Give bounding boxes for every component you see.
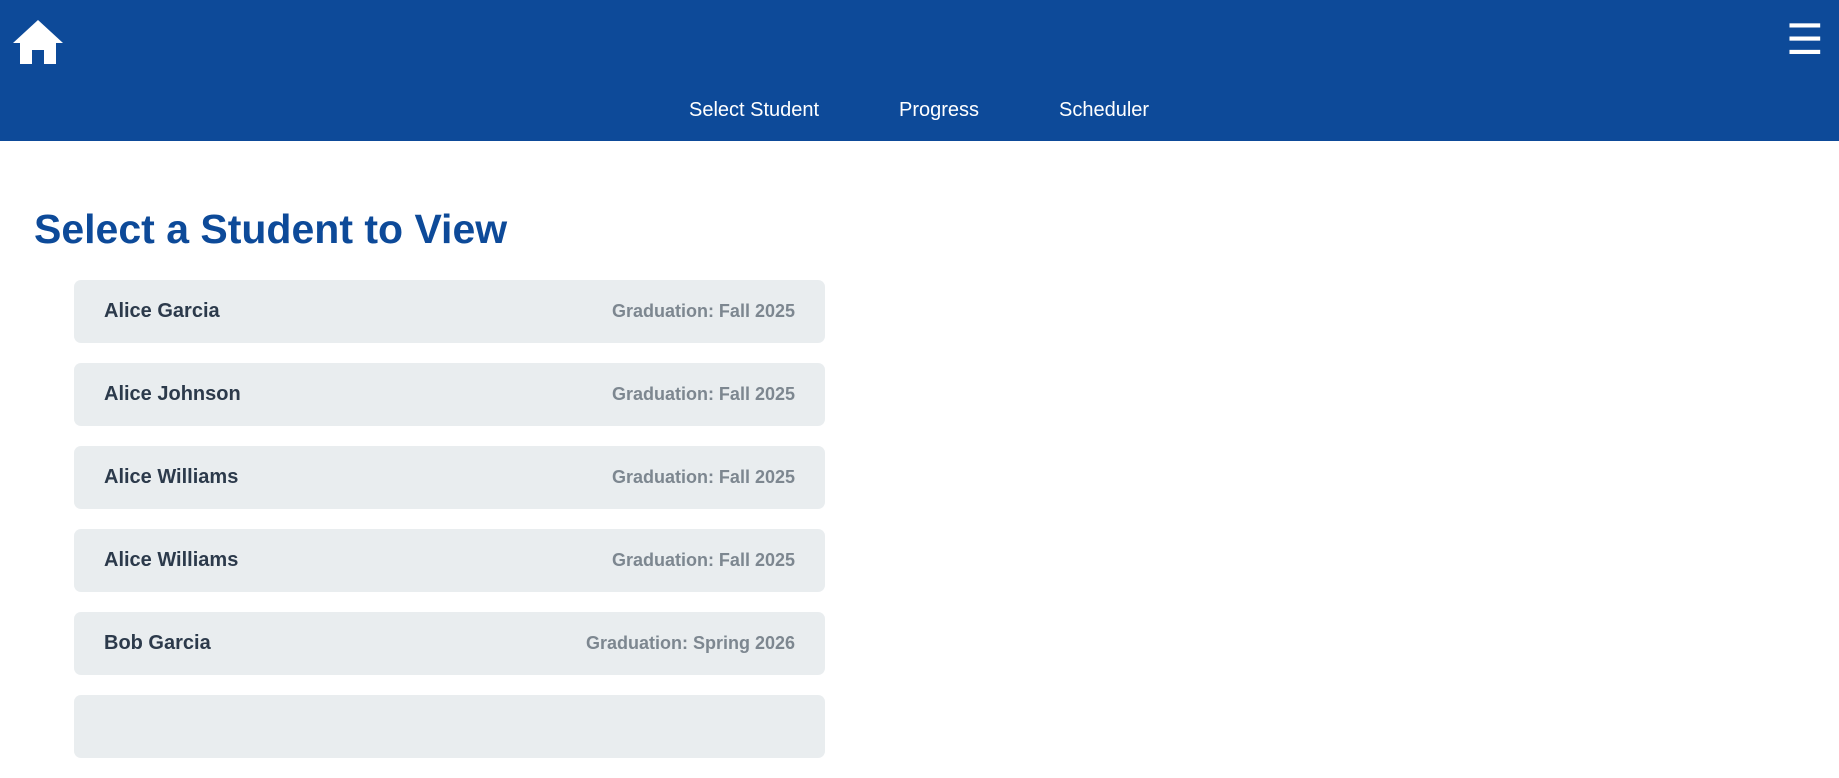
page-title: Select a Student to View (34, 206, 508, 252)
student-card-partial[interactable] (74, 695, 825, 758)
graduation-term: Graduation: Fall 2025 (611, 467, 795, 487)
graduation-term: Graduation: Spring 2026 (585, 633, 795, 653)
student-name: Alice Williams (104, 466, 239, 488)
main-nav: Select Student Progress Scheduler (0, 96, 1839, 124)
student-list: Alice Garcia Graduation: Fall 2025 Alice… (74, 280, 825, 778)
student-name: Alice Garcia (104, 300, 220, 322)
graduation-term: Graduation: Fall 2025 (611, 301, 795, 321)
student-name: Alice Williams (104, 549, 239, 571)
student-card[interactable]: Alice Johnson Graduation: Fall 2025 (74, 363, 825, 426)
nav-item-scheduler[interactable]: Scheduler (1059, 96, 1149, 124)
graduation-term: Graduation: Fall 2025 (611, 384, 795, 404)
hamburger-menu-icon[interactable]: ☰ (1786, 19, 1824, 61)
graduation-term: Graduation: Fall 2025 (611, 550, 795, 570)
student-card[interactable]: Bob Garcia Graduation: Spring 2026 (74, 612, 825, 675)
home-icon (13, 20, 63, 64)
nav-item-progress[interactable]: Progress (899, 96, 979, 124)
top-header: ☰ Select Student Progress Scheduler (0, 0, 1839, 141)
student-card[interactable]: Alice Williams Graduation: Fall 2025 (74, 446, 825, 509)
student-card[interactable]: Alice Garcia Graduation: Fall 2025 (74, 280, 825, 343)
student-card[interactable]: Alice Williams Graduation: Fall 2025 (74, 529, 825, 592)
student-name: Bob Garcia (104, 632, 211, 654)
student-name: Alice Johnson (104, 383, 241, 405)
nav-item-select-student[interactable]: Select Student (689, 96, 819, 124)
home-button[interactable] (12, 19, 64, 65)
